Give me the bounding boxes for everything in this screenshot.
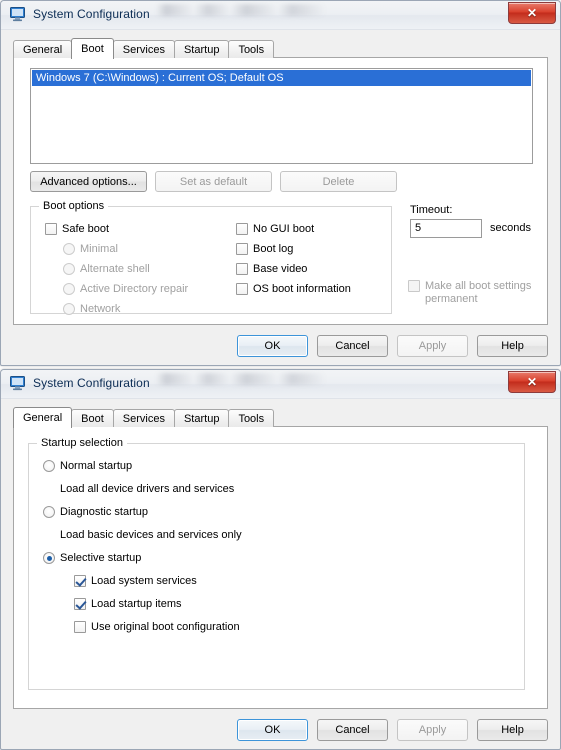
checkbox-icon bbox=[236, 223, 248, 235]
list-item[interactable]: Windows 7 (C:\Windows) : Current OS; Def… bbox=[32, 70, 531, 86]
tab-boot[interactable]: Boot bbox=[71, 409, 114, 427]
window-title: System Configuration bbox=[33, 7, 150, 21]
checkbox-icon bbox=[236, 263, 248, 275]
selective-startup-radio[interactable]: Selective startup bbox=[43, 552, 141, 565]
timeout-label: Timeout: bbox=[410, 204, 453, 216]
base-video-checkbox[interactable]: Base video bbox=[236, 263, 307, 276]
diagnostic-startup-description: Load basic devices and services only bbox=[60, 529, 242, 541]
radio-icon bbox=[63, 243, 75, 255]
safe-boot-active-directory-repair-radio: Active Directory repair bbox=[63, 283, 188, 296]
checkbox-icon bbox=[236, 243, 248, 255]
use-original-boot-configuration-checkbox[interactable]: Use original boot configuration bbox=[74, 621, 240, 634]
titlebar[interactable]: System Configuration ✕ bbox=[1, 370, 560, 399]
cancel-button[interactable]: Cancel bbox=[317, 719, 388, 741]
cancel-button[interactable]: Cancel bbox=[317, 335, 388, 357]
tab-startup[interactable]: Startup bbox=[173, 40, 230, 58]
radio-icon bbox=[43, 506, 55, 518]
dialog-footer: OK Cancel Apply Help bbox=[237, 335, 548, 357]
timeout-input[interactable]: 5 bbox=[410, 219, 482, 238]
timeout-units-label: seconds bbox=[490, 222, 531, 234]
checkbox-icon bbox=[236, 283, 248, 295]
checkbox-icon bbox=[408, 280, 420, 292]
titlebar-ghost-artifact bbox=[156, 4, 326, 16]
general-tab-panel: Startup selection Normal startup Load al… bbox=[13, 426, 548, 709]
tab-general[interactable]: General bbox=[13, 407, 73, 428]
safe-boot-checkbox[interactable]: Safe boot bbox=[45, 223, 109, 236]
no-gui-boot-checkbox[interactable]: No GUI boot bbox=[236, 223, 314, 236]
tab-startup[interactable]: Startup bbox=[173, 409, 230, 427]
window-title: System Configuration bbox=[33, 376, 150, 390]
tab-services[interactable]: Services bbox=[112, 409, 175, 427]
tab-bar: General Boot Services Startup Tools bbox=[13, 37, 275, 59]
normal-startup-description: Load all device drivers and services bbox=[60, 483, 235, 495]
help-button[interactable]: Help bbox=[477, 719, 548, 741]
ok-button[interactable]: OK bbox=[237, 719, 308, 741]
tab-tools[interactable]: Tools bbox=[228, 409, 275, 427]
close-button[interactable]: ✕ bbox=[508, 2, 556, 24]
delete-button: Delete bbox=[280, 171, 397, 192]
close-icon: ✕ bbox=[526, 375, 538, 389]
radio-icon bbox=[43, 552, 55, 564]
tab-services[interactable]: Services bbox=[112, 40, 175, 58]
checkbox-icon bbox=[74, 621, 86, 633]
boot-options-legend: Boot options bbox=[39, 200, 109, 212]
radio-icon bbox=[63, 283, 75, 295]
advanced-options-button[interactable]: Advanced options... bbox=[30, 171, 147, 192]
titlebar-ghost-artifact bbox=[156, 373, 326, 385]
radio-icon bbox=[43, 460, 55, 472]
close-button[interactable]: ✕ bbox=[508, 371, 556, 393]
safe-boot-network-radio: Network bbox=[63, 303, 120, 316]
computer-monitor-icon bbox=[10, 376, 26, 391]
tab-boot[interactable]: Boot bbox=[71, 38, 114, 59]
safe-boot-minimal-radio: Minimal bbox=[63, 243, 118, 256]
radio-icon bbox=[63, 303, 75, 315]
startup-selection-group: Startup selection Normal startup Load al… bbox=[28, 437, 525, 690]
startup-selection-legend: Startup selection bbox=[37, 437, 127, 449]
normal-startup-radio[interactable]: Normal startup bbox=[43, 460, 132, 473]
apply-button: Apply bbox=[397, 335, 468, 357]
load-system-services-checkbox[interactable]: Load system services bbox=[74, 575, 197, 588]
load-startup-items-checkbox[interactable]: Load startup items bbox=[74, 598, 182, 611]
window-system-configuration-boot: System Configuration ✕ General Boot Serv… bbox=[0, 0, 561, 366]
boot-options-group: Boot options Safe boot Minimal Alternate… bbox=[30, 200, 392, 316]
set-as-default-button: Set as default bbox=[155, 171, 272, 192]
diagnostic-startup-radio[interactable]: Diagnostic startup bbox=[43, 506, 148, 519]
checkbox-icon bbox=[74, 598, 86, 610]
boot-log-checkbox[interactable]: Boot log bbox=[236, 243, 293, 256]
checkbox-icon bbox=[74, 575, 86, 587]
titlebar[interactable]: System Configuration ✕ bbox=[1, 1, 560, 30]
window-system-configuration-general: System Configuration ✕ General Boot Serv… bbox=[0, 369, 561, 750]
close-icon: ✕ bbox=[526, 6, 538, 20]
os-entries-listbox[interactable]: Windows 7 (C:\Windows) : Current OS; Def… bbox=[30, 68, 533, 164]
help-button[interactable]: Help bbox=[477, 335, 548, 357]
tab-bar: General Boot Services Startup Tools bbox=[13, 406, 275, 428]
ok-button[interactable]: OK bbox=[237, 335, 308, 357]
dialog-footer: OK Cancel Apply Help bbox=[237, 719, 548, 741]
boot-entry-actions: Advanced options... Set as default Delet… bbox=[30, 171, 397, 192]
make-boot-settings-permanent-checkbox: Make all boot settings permanent bbox=[408, 280, 538, 306]
apply-button: Apply bbox=[397, 719, 468, 741]
checkbox-icon bbox=[45, 223, 57, 235]
computer-monitor-icon bbox=[10, 7, 26, 22]
tab-general[interactable]: General bbox=[13, 40, 73, 58]
radio-icon bbox=[63, 263, 75, 275]
boot-tab-panel: Windows 7 (C:\Windows) : Current OS; Def… bbox=[13, 57, 548, 325]
os-boot-information-checkbox[interactable]: OS boot information bbox=[236, 283, 351, 296]
safe-boot-alternate-shell-radio: Alternate shell bbox=[63, 263, 150, 276]
tab-tools[interactable]: Tools bbox=[228, 40, 275, 58]
